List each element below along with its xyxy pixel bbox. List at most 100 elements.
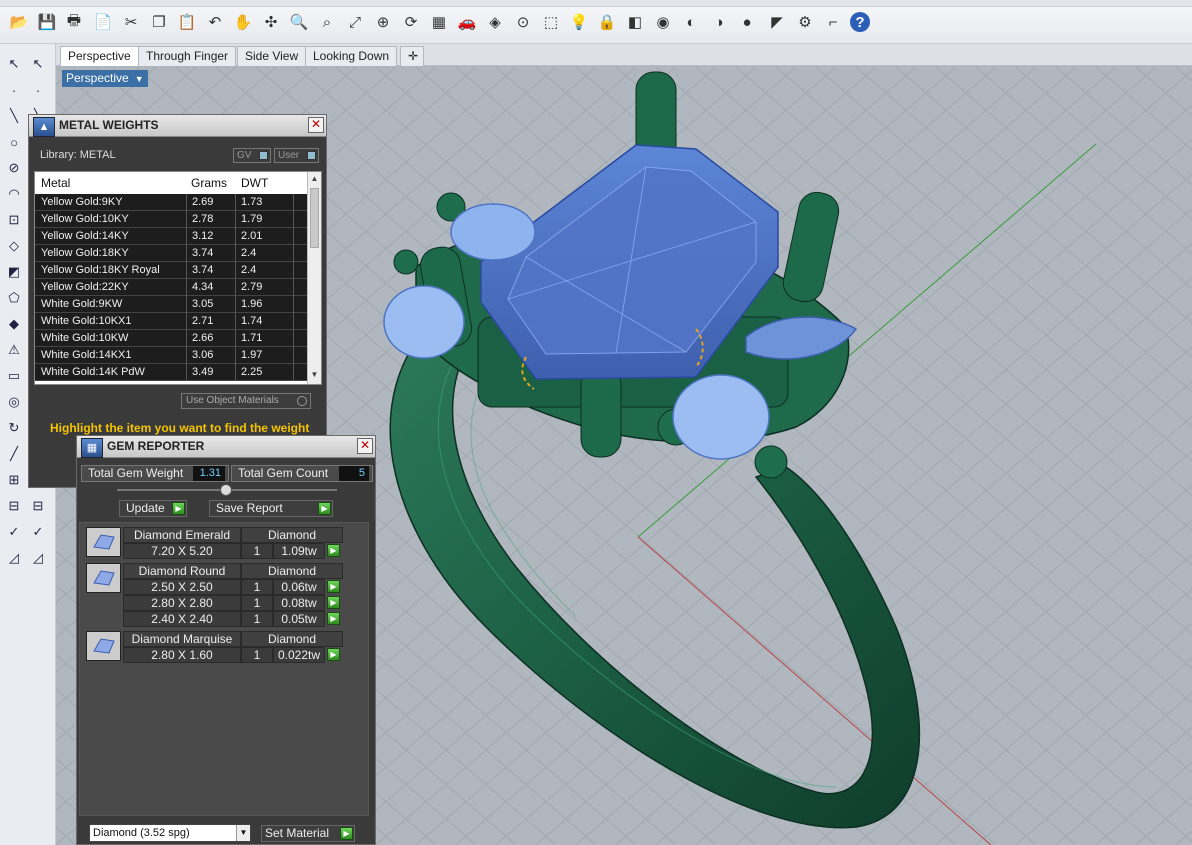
save-icon[interactable]: 💾	[36, 10, 58, 34]
tool-icon[interactable]: ◩	[4, 262, 24, 282]
table-row[interactable]: Yellow Gold:14KY 3.12 2.01	[35, 228, 307, 245]
metal-weights-panel: METAL WEIGHTS ▲ ✕ Library: METAL GV User…	[28, 114, 327, 488]
light-icon[interactable]: 💡	[568, 10, 590, 34]
table-row[interactable]: White Gold:10KW 2.66 1.71	[35, 330, 307, 347]
column-separator	[186, 296, 187, 313]
rotate-icon[interactable]: ✣	[260, 10, 282, 34]
col-dwt[interactable]: DWT	[241, 176, 268, 190]
render-sphere2-icon[interactable]: ◑	[708, 10, 730, 34]
print-icon[interactable]: 🖶	[63, 10, 85, 34]
metal-table-scrollbar[interactable]: ▲ ▼	[307, 172, 321, 384]
close-icon[interactable]: ✕	[308, 117, 324, 133]
add-tab-button[interactable]: ✛	[400, 46, 424, 66]
select-gem-icon[interactable]: ▶	[327, 596, 340, 609]
use-object-materials-toggle[interactable]: Use Object Materials	[181, 393, 311, 409]
table-row[interactable]: Yellow Gold:18KY Royal 3.74 2.4	[35, 262, 307, 279]
help-icon[interactable]: ?	[850, 12, 870, 32]
tool-icon[interactable]: ↖	[28, 54, 48, 74]
lock-icon[interactable]: 🔒	[596, 10, 618, 34]
material-icon[interactable]: ◧	[624, 10, 646, 34]
col-metal[interactable]: Metal	[41, 176, 70, 190]
transform-icon[interactable]: ⬚	[540, 10, 562, 34]
table-row[interactable]: White Gold:9KW 3.05 1.96	[35, 296, 307, 313]
cut-icon[interactable]: ✂	[120, 10, 142, 34]
set-material-button[interactable]: Set Material ▶	[261, 825, 355, 842]
tool-icon[interactable]: ⚠	[4, 340, 24, 360]
render-sphere-icon[interactable]: ◐	[680, 10, 702, 34]
gv-toggle[interactable]: GV	[233, 148, 271, 163]
copy-icon[interactable]: ❐	[148, 10, 170, 34]
tool-icon[interactable]: ⊞	[4, 470, 24, 490]
open-icon[interactable]: 📂	[8, 10, 30, 34]
select-gem-icon[interactable]: ▶	[327, 648, 340, 661]
slider-knob[interactable]	[220, 484, 232, 496]
paste-icon[interactable]: 📋	[176, 10, 198, 34]
scroll-up-icon[interactable]: ▲	[309, 174, 320, 186]
material-select[interactable]: Diamond (3.52 spg) ▼	[89, 824, 251, 842]
zoom-window-icon[interactable]: ⌕	[316, 10, 338, 34]
snap-icon[interactable]: ⊙	[512, 10, 534, 34]
tool-icon[interactable]: ⬠	[4, 288, 24, 308]
update-button[interactable]: Update ▶	[119, 500, 187, 517]
select-gem-icon[interactable]: ▶	[327, 612, 340, 625]
tool-icon[interactable]: ⊟	[28, 496, 48, 516]
tab-through-finger[interactable]: Through Finger	[138, 46, 237, 66]
tool-icon[interactable]: ✓	[28, 522, 48, 542]
grid-icon[interactable]: ▦	[428, 10, 450, 34]
tool-icon[interactable]: ◇	[4, 236, 24, 256]
table-row[interactable]: Yellow Gold:9KY 2.69 1.73	[35, 194, 307, 211]
tool-icon[interactable]: ·	[4, 80, 24, 100]
table-row[interactable]: Yellow Gold:22KY 4.34 2.79	[35, 279, 307, 296]
render-blue-icon[interactable]: ●	[736, 10, 758, 34]
pan-icon[interactable]: ✋	[232, 10, 254, 34]
select-gem-icon[interactable]: ▶	[327, 544, 340, 557]
new-icon[interactable]: 📄	[92, 10, 114, 34]
tool-icon[interactable]: ↻	[4, 418, 24, 438]
table-row[interactable]: White Gold:10KX1 2.71 1.74	[35, 313, 307, 330]
select-icon[interactable]: ◤	[766, 10, 788, 34]
tool-icon[interactable]: ⊡	[4, 210, 24, 230]
rotate-view-icon[interactable]: ⟳	[400, 10, 422, 34]
col-grams[interactable]: Grams	[191, 176, 227, 190]
scroll-down-icon[interactable]: ▼	[309, 370, 320, 382]
undo-icon[interactable]: ↶	[204, 10, 226, 34]
tool-icon[interactable]: ○	[4, 132, 24, 152]
zoom-icon[interactable]: 🔍	[288, 10, 310, 34]
tool-icon[interactable]: ⊟	[4, 496, 24, 516]
tool-icon[interactable]: ⊘	[4, 158, 24, 178]
settings-icon[interactable]: ⚙	[794, 10, 816, 34]
viewport-label[interactable]: Perspective ▼	[62, 70, 148, 87]
tab-looking-down[interactable]: Looking Down	[305, 46, 398, 66]
zoom-extents-icon[interactable]: ⤢	[344, 10, 366, 34]
play-icon: ▶	[172, 502, 185, 515]
table-row[interactable]: White Gold:14K PdW 3.49 2.25	[35, 364, 307, 381]
shape-icon[interactable]: ◈	[484, 10, 506, 34]
tool-icon[interactable]: ✓	[4, 522, 24, 542]
select-gem-icon[interactable]: ▶	[327, 580, 340, 593]
tool-icon[interactable]: ◆	[4, 314, 24, 334]
tool-icon[interactable]: ◿	[28, 548, 48, 568]
gem-slider[interactable]	[117, 484, 337, 496]
tool-icon[interactable]: ↖	[4, 54, 24, 74]
table-row[interactable]: Yellow Gold:18KY 3.74 2.4	[35, 245, 307, 262]
bracket-icon[interactable]: ⌐	[822, 10, 844, 34]
tab-perspective[interactable]: Perspective	[60, 46, 139, 66]
car-icon[interactable]: 🚗	[456, 10, 478, 34]
color-icon[interactable]: ◉	[652, 10, 674, 34]
tool-icon[interactable]: ◿	[4, 548, 24, 568]
table-row[interactable]: White Gold:14KX1 3.06 1.97	[35, 347, 307, 364]
user-toggle[interactable]: User	[274, 148, 319, 163]
close-icon[interactable]: ✕	[357, 438, 373, 454]
scroll-thumb[interactable]	[310, 188, 319, 248]
tool-icon[interactable]: ·	[28, 80, 48, 100]
tool-icon[interactable]: ╲	[4, 106, 24, 126]
save-report-button[interactable]: Save Report ▶	[209, 500, 333, 517]
tool-icon[interactable]: ◎	[4, 392, 24, 412]
zoom-selected-icon[interactable]: ⊕	[372, 10, 394, 34]
table-row[interactable]: Yellow Gold:10KY 2.78 1.79	[35, 211, 307, 228]
tool-icon[interactable]: ╱	[4, 444, 24, 464]
tab-side-view[interactable]: Side View	[237, 46, 307, 66]
tool-icon[interactable]: ◠	[4, 184, 24, 204]
play-icon: ▶	[318, 502, 331, 515]
tool-icon[interactable]: ▭	[4, 366, 24, 386]
